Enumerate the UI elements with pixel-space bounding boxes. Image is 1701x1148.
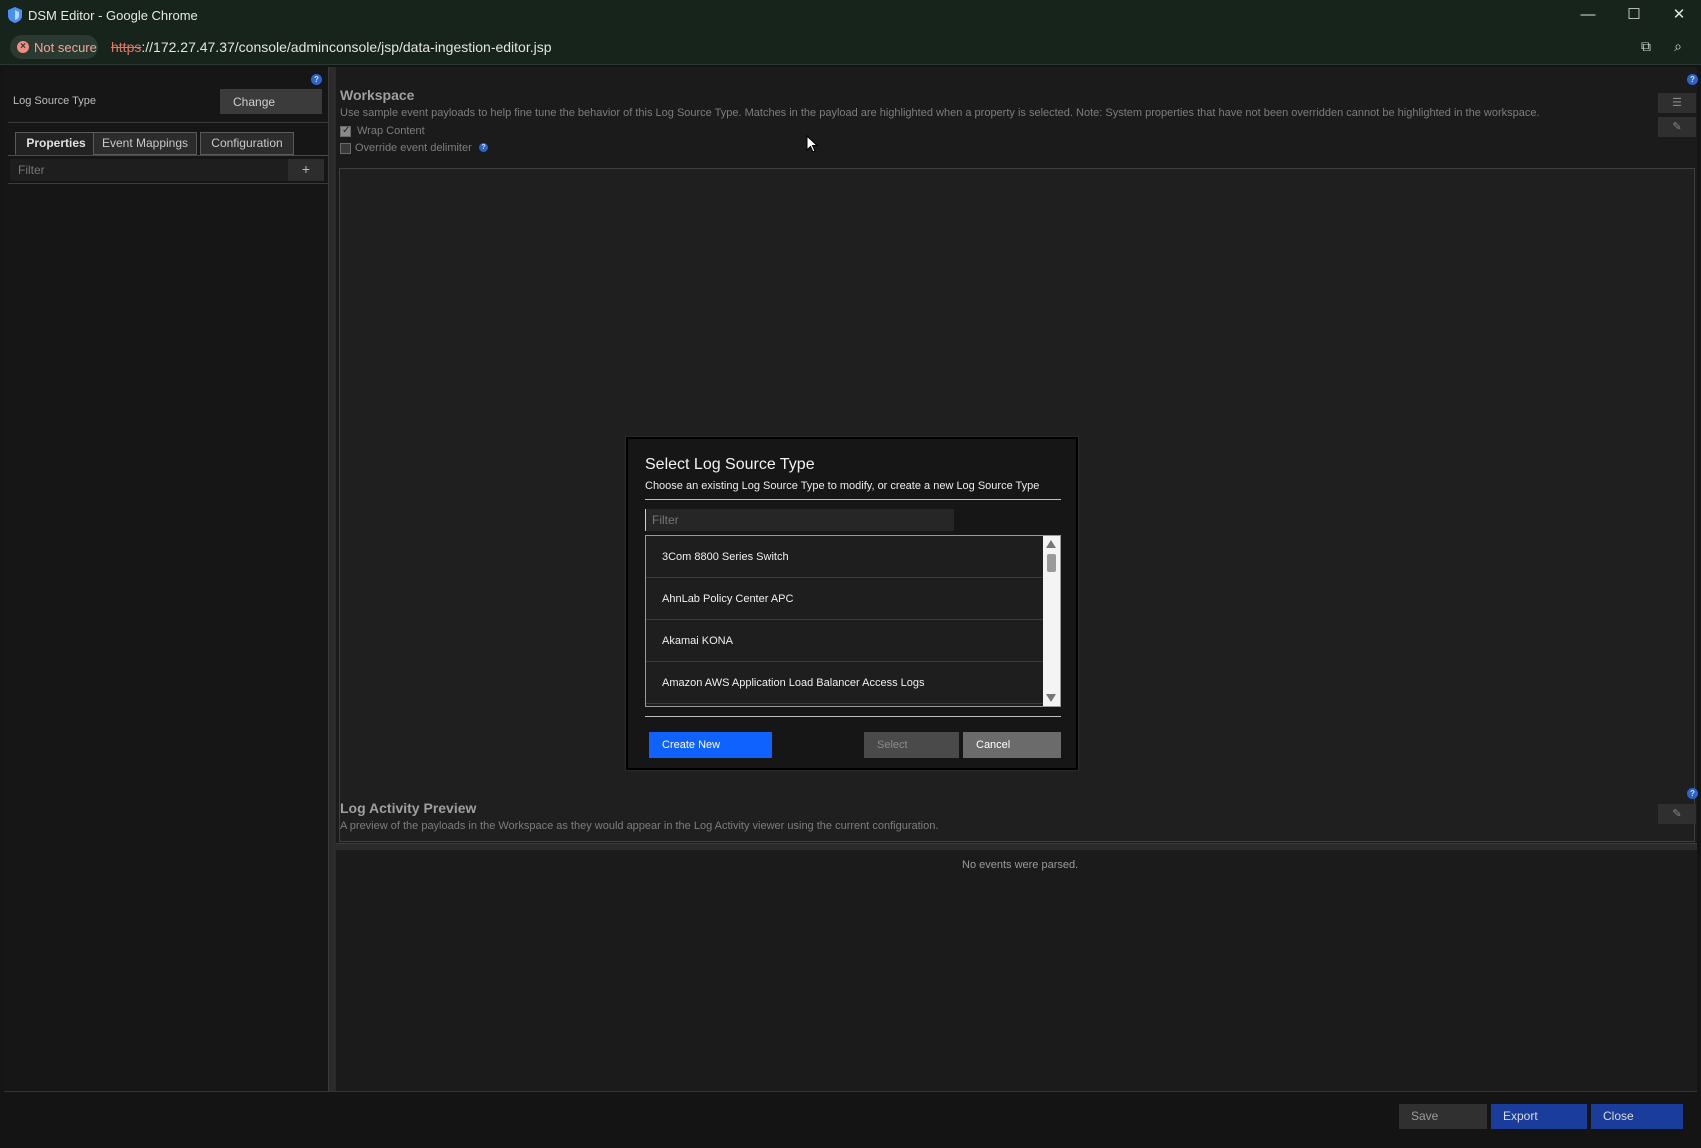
divider (645, 499, 1061, 500)
tab-divider (8, 155, 328, 156)
maximize-button[interactable]: ☐ (1612, 4, 1656, 26)
export-button[interactable]: Export (1491, 1104, 1587, 1129)
app-shield-icon (8, 7, 22, 23)
dialog-title: Select Log Source Type (645, 456, 815, 473)
horizontal-splitter[interactable] (336, 843, 1697, 850)
tab-configuration[interactable]: Configuration (200, 132, 294, 155)
close-icon: ✕ (1672, 6, 1686, 23)
bottom-toolbar: Save Export Close (4, 1091, 1697, 1145)
override-delimiter-label: Override event delimiter (355, 142, 472, 154)
scroll-up-arrow-icon[interactable] (1046, 540, 1056, 548)
mouse-cursor-icon (806, 135, 818, 153)
title-bar: DSM Editor - Google Chrome — ☐ ✕ (0, 0, 1701, 30)
list-item[interactable]: 3Com 8800 Series Switch (646, 536, 1043, 578)
translate-icon[interactable]: ⧉ (1637, 38, 1655, 56)
scroll-thumb[interactable] (1047, 554, 1056, 572)
override-delimiter-checkbox[interactable] (340, 143, 351, 154)
pencil-icon: ✎ (1672, 121, 1682, 133)
help-icon[interactable]: ? (311, 74, 322, 85)
log-source-filter-input[interactable] (645, 509, 954, 531)
tab-event-mappings[interactable]: Event Mappings (93, 132, 197, 155)
vertical-splitter[interactable] (328, 67, 336, 1091)
workspace-description: Use sample event payloads to help fine t… (340, 107, 1540, 119)
warning-icon: × (17, 41, 29, 53)
address-bar: × Not secure https://172.27.47.37/consol… (0, 30, 1701, 65)
add-property-button[interactable]: + (288, 159, 324, 181)
wrap-content-checkbox[interactable] (340, 125, 351, 137)
preview-settings-button[interactable]: ✎ (1658, 804, 1696, 824)
list-item[interactable]: Amazon AWS Application Load Balancer Acc… (646, 662, 1043, 704)
workspace-menu-button[interactable]: ☰ (1658, 93, 1696, 113)
create-new-button[interactable]: Create New (649, 732, 772, 758)
info-icon[interactable]: ? (479, 143, 488, 152)
maximize-icon: ☐ (1627, 6, 1641, 23)
url-path: ://172.27.47.37/console/adminconsole/jsp… (141, 39, 552, 55)
scroll-down-arrow-icon[interactable] (1046, 694, 1056, 702)
divider (8, 122, 328, 123)
change-button[interactable]: Change (220, 89, 322, 114)
left-panel: ? Log Source Type Change Properties Even… (4, 67, 328, 1091)
divider (8, 183, 328, 184)
help-icon[interactable]: ? (1687, 74, 1698, 85)
no-events-text: No events were parsed. (962, 859, 1079, 871)
edit-workspace-button[interactable]: ✎ (1658, 117, 1696, 137)
divider (645, 716, 1061, 717)
tab-properties[interactable]: Properties (15, 132, 97, 155)
minimize-button[interactable]: — (1566, 4, 1610, 26)
help-icon[interactable]: ? (1687, 788, 1698, 799)
log-source-type-list[interactable]: 3Com 8800 Series Switch AhnLab Policy Ce… (645, 535, 1061, 707)
security-chip[interactable]: × Not secure (10, 35, 98, 59)
properties-filter-input[interactable] (10, 159, 288, 181)
close-button[interactable]: Close (1591, 1104, 1683, 1129)
log-activity-preview-title: Log Activity Preview (340, 800, 477, 816)
url-scheme: https (111, 39, 142, 55)
select-log-source-type-dialog: Select Log Source Type Choose an existin… (626, 437, 1078, 770)
close-window-button[interactable]: ✕ (1657, 4, 1701, 26)
select-button[interactable]: Select (864, 732, 959, 758)
zoom-icon[interactable]: ⌕ (1669, 38, 1687, 56)
minimize-icon: — (1580, 6, 1596, 23)
wrench-icon: ✎ (1672, 808, 1682, 820)
dialog-subtitle: Choose an existing Log Source Type to mo… (645, 480, 1040, 492)
browser-window: DSM Editor - Google Chrome — ☐ ✕ × Not s… (0, 0, 1701, 1148)
workspace-title: Workspace (340, 87, 415, 103)
list-item[interactable]: AhnLab Policy Center APC (646, 578, 1043, 620)
save-button[interactable]: Save (1399, 1104, 1487, 1129)
preview-description: A preview of the payloads in the Workspa… (340, 820, 939, 832)
window-title: DSM Editor - Google Chrome (28, 8, 198, 23)
log-source-type-label: Log Source Type (13, 95, 96, 107)
url-field[interactable]: https://172.27.47.37/console/adminconsol… (111, 39, 552, 55)
list-item[interactable]: Akamai KONA (646, 620, 1043, 662)
list-scrollbar[interactable] (1043, 536, 1060, 706)
wrap-content-label: Wrap Content (357, 125, 425, 137)
cancel-button[interactable]: Cancel (963, 732, 1061, 758)
security-chip-label: Not secure (34, 40, 97, 55)
